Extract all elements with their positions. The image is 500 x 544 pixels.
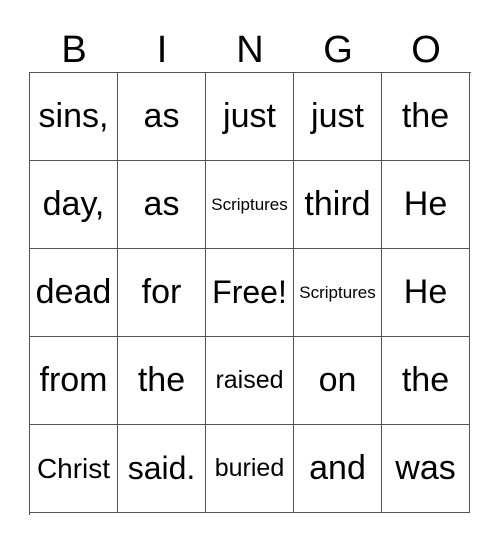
bingo-header: B I N G O	[30, 28, 470, 72]
bingo-cell: buried	[206, 425, 294, 513]
bingo-cell: dead	[30, 249, 118, 337]
bingo-cell: just	[294, 73, 382, 161]
free-space-cell: Free!	[206, 249, 294, 337]
bingo-cell: was	[382, 425, 470, 513]
header-letter-g: G	[323, 29, 353, 71]
bingo-cell: from	[30, 337, 118, 425]
bingo-grid: sins, as just just the day, as Scripture…	[29, 72, 471, 515]
header-letter-n: N	[236, 29, 264, 71]
bingo-cell: third	[294, 161, 382, 249]
bingo-cell: the	[382, 337, 470, 425]
bingo-cell: on	[294, 337, 382, 425]
bingo-cell: the	[382, 73, 470, 161]
bingo-cell: as	[118, 161, 206, 249]
bingo-cell: the	[118, 337, 206, 425]
bingo-cell: just	[206, 73, 294, 161]
bingo-cell: Scriptures	[294, 249, 382, 337]
header-letter-i: I	[156, 29, 168, 71]
bingo-cell: Scriptures	[206, 161, 294, 249]
header-letter-b: B	[61, 29, 87, 71]
bingo-cell: said.	[118, 425, 206, 513]
header-letter-o: O	[411, 29, 441, 71]
bingo-cell: as	[118, 73, 206, 161]
bingo-cell: He	[382, 161, 470, 249]
bingo-cell: and	[294, 425, 382, 513]
bingo-cell: for	[118, 249, 206, 337]
bingo-cell: Christ	[30, 425, 118, 513]
bingo-cell: raised	[206, 337, 294, 425]
bingo-cell: He	[382, 249, 470, 337]
bingo-cell: sins,	[30, 73, 118, 161]
bingo-cell: day,	[30, 161, 118, 249]
